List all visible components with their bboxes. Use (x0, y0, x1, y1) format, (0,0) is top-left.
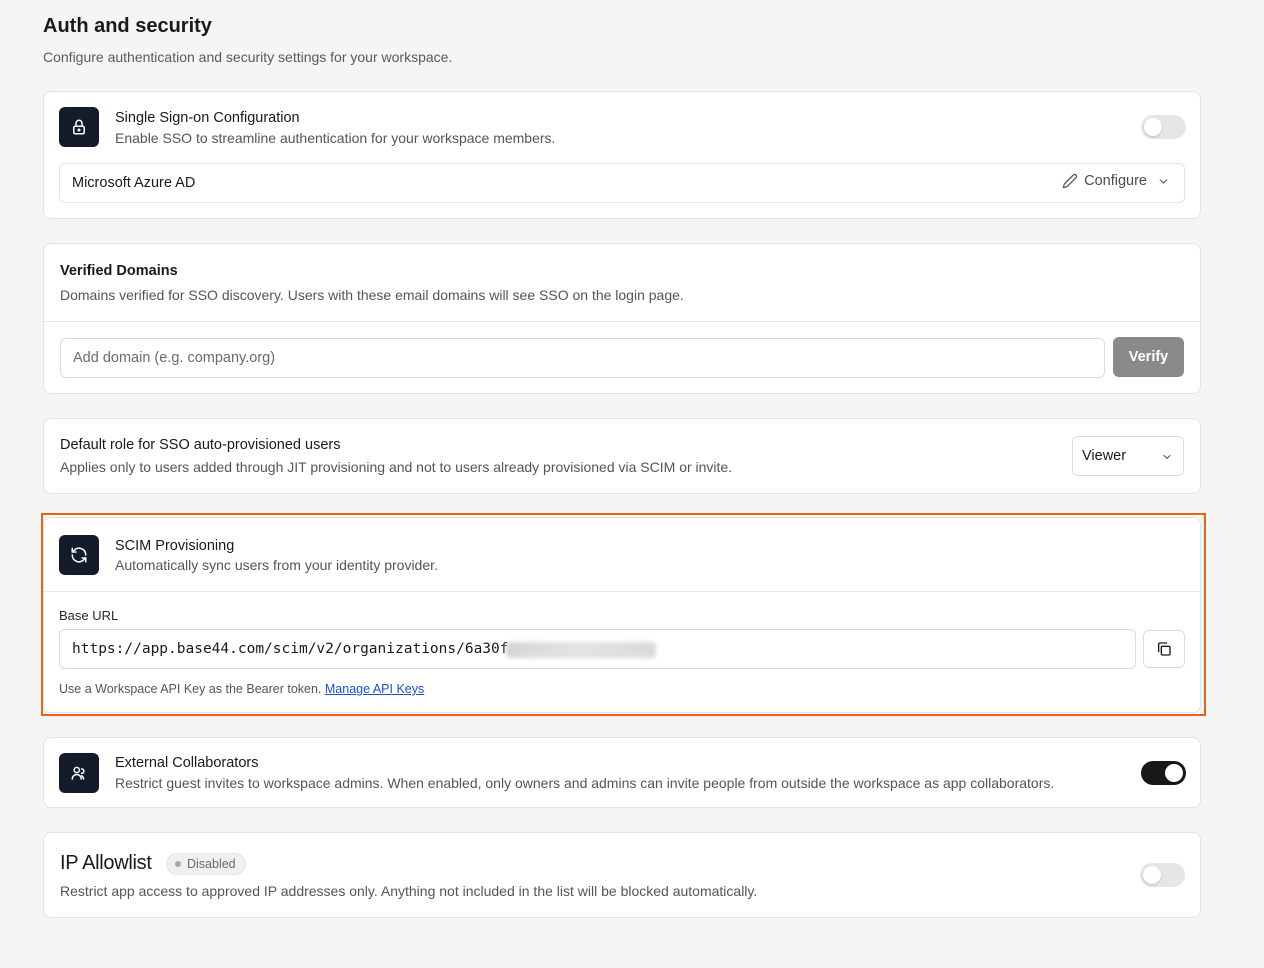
role-selected-value: Viewer (1082, 448, 1127, 464)
scim-card: SCIM Provisioning Automatically sync use… (43, 517, 1201, 713)
ip-allowlist-toggle[interactable] (1140, 863, 1185, 887)
users-icon (59, 753, 99, 793)
external-collaborators-card: External Collaborators Restrict guest in… (43, 737, 1201, 808)
role-description: Applies only to users added through JIT … (60, 459, 733, 475)
sso-provider-row: Microsoft Azure AD Configure (59, 163, 1185, 203)
configure-label: Configure (1084, 173, 1147, 189)
base-url-field[interactable]: https://app.base44.com/scim/v2/organizat… (59, 629, 1136, 669)
divider (44, 321, 1200, 322)
sso-toggle[interactable] (1141, 115, 1186, 139)
toggle-knob (1165, 764, 1183, 782)
copy-icon (1156, 641, 1172, 657)
toggle-knob (1144, 118, 1162, 136)
base-url-value: https://app.base44.com/scim/v2/organizat… (72, 641, 518, 657)
sso-provider-name: Microsoft Azure AD (72, 175, 196, 191)
collaborators-toggle[interactable] (1141, 761, 1186, 785)
refresh-icon (59, 535, 99, 575)
scim-description: Automatically sync users from your ident… (115, 557, 438, 573)
status-badge: Disabled (166, 853, 246, 875)
scim-header (44, 518, 1200, 591)
verify-button[interactable]: Verify (1113, 337, 1184, 377)
redacted-url-part (506, 642, 656, 658)
role-select[interactable]: Viewer (1072, 436, 1184, 476)
base-url-label: Base URL (59, 608, 119, 623)
sso-description: Enable SSO to streamline authentication … (115, 130, 556, 146)
domain-input[interactable] (60, 338, 1105, 378)
sso-title: Single Sign-on Configuration (115, 110, 300, 126)
collaborators-title: External Collaborators (115, 755, 259, 771)
toggle-knob (1143, 866, 1161, 884)
verified-domains-card: Verified Domains Domains verified for SS… (43, 243, 1201, 394)
status-dot (175, 861, 181, 867)
domains-description: Domains verified for SSO discovery. User… (60, 287, 684, 303)
hint-text: Use a Workspace API Key as the Bearer to… (59, 682, 322, 696)
collaborators-description: Restrict guest invites to workspace admi… (115, 775, 1055, 791)
pencil-icon (1062, 173, 1078, 189)
domains-title: Verified Domains (60, 263, 178, 279)
status-badge-label: Disabled (187, 857, 236, 871)
ip-allowlist-card: IP Allowlist Disabled Restrict app acces… (43, 832, 1201, 918)
sso-card: Single Sign-on Configuration Enable SSO … (43, 91, 1201, 219)
divider (44, 591, 1200, 592)
bearer-token-hint: Use a Workspace API Key as the Bearer to… (59, 682, 424, 696)
chevron-down-icon (1157, 175, 1170, 188)
page-title: Auth and security (43, 15, 212, 37)
manage-api-keys-link[interactable]: Manage API Keys (325, 682, 424, 696)
ip-allowlist-title: IP Allowlist (60, 852, 152, 874)
ip-allowlist-description: Restrict app access to approved IP addre… (60, 883, 758, 899)
lock-icon (59, 107, 99, 147)
page-subtitle: Configure authentication and security se… (43, 49, 453, 65)
configure-button[interactable]: Configure (1062, 173, 1170, 189)
default-role-card: Default role for SSO auto-provisioned us… (43, 418, 1201, 494)
role-title: Default role for SSO auto-provisioned us… (60, 437, 341, 453)
copy-button[interactable] (1143, 630, 1185, 668)
scim-title: SCIM Provisioning (115, 538, 235, 554)
